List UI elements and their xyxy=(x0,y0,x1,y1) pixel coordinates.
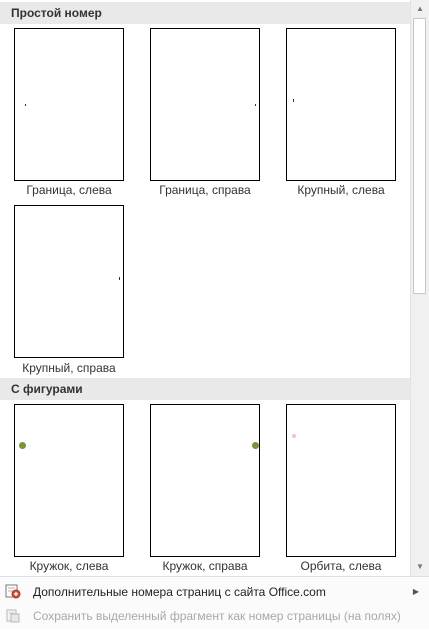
section-header-with-shapes: С фигурами xyxy=(0,378,410,400)
scroll-up-arrow-icon[interactable]: ▲ xyxy=(411,0,429,17)
page-thumbnail xyxy=(286,404,396,557)
gallery-item-label: Кружок, слева xyxy=(29,559,109,573)
menu-item-save-selection: Сохранить выделенный фрагмент как номер … xyxy=(0,604,429,628)
orbit-shape xyxy=(292,434,296,438)
page-thumbnail xyxy=(286,28,396,181)
circle-shape xyxy=(19,442,26,449)
page-thumbnail xyxy=(14,205,124,358)
scroll-down-arrow-icon[interactable]: ▼ xyxy=(411,558,429,575)
page-number-marker xyxy=(293,99,294,102)
gallery-item-label: Орбита, слева xyxy=(300,559,382,573)
page-thumbnail xyxy=(14,28,124,181)
circle-shape xyxy=(252,442,259,449)
gallery-item-label: Крупный, слева xyxy=(297,183,385,197)
page-number-marker xyxy=(255,104,256,106)
menu-item-label: Дополнительные номера страниц с сайта Of… xyxy=(33,585,326,599)
section-header-simple-number: Простой номер xyxy=(0,2,410,24)
gallery-footer-menu: Дополнительные номера страниц с сайта Of… xyxy=(0,576,429,629)
submenu-arrow-icon: ▶ xyxy=(412,587,419,596)
office-online-icon xyxy=(5,583,21,599)
menu-item-label: Сохранить выделенный фрагмент как номер … xyxy=(33,609,401,623)
page-number-marker xyxy=(119,277,120,280)
gallery-item-label: Граница, справа xyxy=(159,183,251,197)
gallery-scrollbar[interactable]: ▲ ▼ xyxy=(410,0,429,576)
page-thumbnail xyxy=(14,404,124,557)
save-selection-icon xyxy=(5,607,21,623)
gallery-item-label: Граница, слева xyxy=(26,183,112,197)
scrollbar-thumb[interactable] xyxy=(413,18,426,294)
page-number-gallery: Простой номер Граница, слева Граница, сп… xyxy=(0,0,410,576)
gallery-item-label: Кружок, справа xyxy=(162,559,248,573)
gallery-item-label: Крупный, справа xyxy=(22,361,116,375)
page-thumbnail xyxy=(150,404,260,557)
menu-item-more-page-numbers[interactable]: Дополнительные номера страниц с сайта Of… xyxy=(0,580,429,604)
page-number-marker xyxy=(25,104,26,106)
page-thumbnail xyxy=(150,28,260,181)
